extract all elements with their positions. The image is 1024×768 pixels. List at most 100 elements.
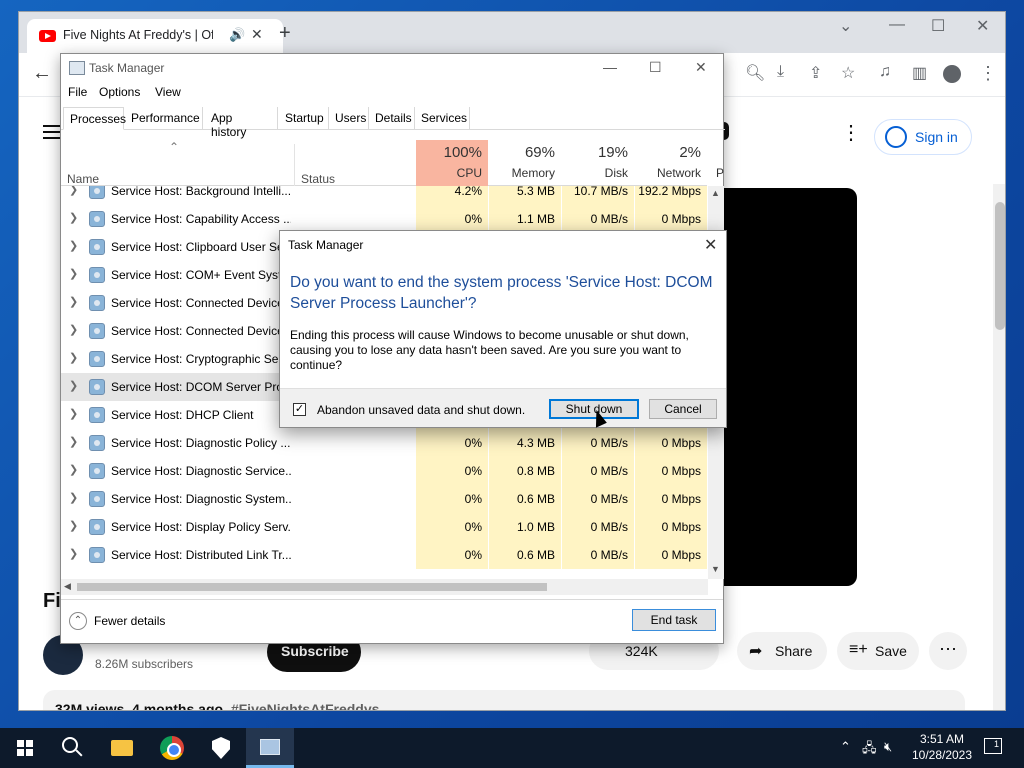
- tab-performance[interactable]: Performance: [125, 107, 203, 130]
- tm-maximize-icon[interactable]: ☐: [649, 59, 662, 76]
- fewer-details-link[interactable]: Fewer details: [94, 614, 165, 628]
- column-name[interactable]: Name: [67, 172, 99, 186]
- process-row[interactable]: ❯ Service Host: Diagnostic Policy ... 0% 4.…: [61, 429, 709, 457]
- tab-app-history[interactable]: App history: [205, 107, 278, 139]
- media-control-icon[interactable]: ♫: [879, 63, 891, 81]
- bookmark-star-icon[interactable]: ☆: [841, 63, 855, 83]
- tm-minimize-icon[interactable]: —: [603, 59, 617, 75]
- disk-total: 19%: [597, 144, 628, 161]
- abandon-data-label[interactable]: Abandon unsaved data and shut down.: [317, 403, 525, 417]
- menu-options[interactable]: Options: [99, 85, 140, 99]
- taskbar-clock[interactable]: 3:51 AM 10/28/2023: [902, 731, 982, 763]
- expand-chevron-icon[interactable]: ❯: [69, 547, 78, 560]
- expand-chevron-icon[interactable]: ❯: [69, 519, 78, 532]
- hashtag-link[interactable]: #FiveNightsAtFreddys: [231, 701, 380, 710]
- menu-file[interactable]: File: [68, 85, 87, 99]
- minimize-icon[interactable]: —: [889, 16, 905, 34]
- process-row[interactable]: ❯ Service Host: Distributed Link Tr... 0% 0…: [61, 541, 709, 569]
- tab-title: Five Nights At Freddy's | Offi: [63, 28, 213, 42]
- tm-close-icon[interactable]: ✕: [695, 59, 707, 76]
- save-button[interactable]: ≡+ Save: [837, 632, 919, 670]
- service-gear-icon: [89, 323, 105, 339]
- back-icon[interactable]: ←: [32, 62, 52, 85]
- expand-chevron-icon[interactable]: ❯: [69, 239, 78, 252]
- column-network[interactable]: Network: [635, 166, 701, 180]
- chevron-up-circle-icon[interactable]: ⌃: [69, 612, 87, 630]
- scroll-left-icon[interactable]: ◀: [64, 581, 71, 592]
- task-manager-title: Task Manager: [89, 61, 165, 75]
- search-icon[interactable]: 🔍︎: [745, 63, 765, 83]
- abandon-data-checkbox[interactable]: ✓: [293, 403, 306, 416]
- tab-close-icon[interactable]: ✕: [251, 26, 263, 43]
- install-icon[interactable]: ⤓: [777, 63, 784, 81]
- scroll-up-icon[interactable]: ▲: [711, 188, 720, 198]
- tab-processes[interactable]: Processes: [63, 107, 126, 130]
- expand-chevron-icon[interactable]: ❯: [69, 267, 78, 280]
- share-icon[interactable]: ⇪: [809, 63, 822, 83]
- account-icon: [885, 126, 907, 148]
- process-name: Service Host: Background Intelli...: [111, 186, 291, 198]
- taskbar-search-icon[interactable]: [62, 737, 78, 753]
- expand-chevron-icon[interactable]: ❯: [69, 463, 78, 476]
- expand-chevron-icon[interactable]: ❯: [69, 379, 78, 392]
- menu-icon[interactable]: [43, 125, 61, 139]
- expand-chevron-icon[interactable]: ❯: [69, 186, 78, 196]
- volume-muted-icon[interactable]: 🔇︎: [884, 739, 892, 755]
- file-explorer-icon[interactable]: [111, 740, 133, 756]
- tab-audio-icon[interactable]: 🔊: [229, 27, 245, 43]
- windows-start-icon[interactable]: [17, 740, 33, 756]
- tab-services[interactable]: Services: [415, 107, 470, 130]
- close-window-icon[interactable]: ✕: [976, 16, 989, 36]
- chrome-icon[interactable]: [160, 736, 184, 760]
- expand-chevron-icon[interactable]: ❯: [69, 323, 78, 336]
- process-row[interactable]: ❯ Service Host: Diagnostic System... 0% 0.6…: [61, 485, 709, 513]
- column-memory[interactable]: Memory: [489, 166, 555, 180]
- browser-tab-active[interactable]: Five Nights At Freddy's | Offi 🔊 ✕: [27, 19, 283, 53]
- security-shield-icon[interactable]: [212, 737, 230, 759]
- expand-chevron-icon[interactable]: ❯: [69, 491, 78, 504]
- cancel-button[interactable]: Cancel: [649, 399, 717, 419]
- service-gear-icon: [89, 239, 105, 255]
- process-row[interactable]: ❯ Service Host: Capability Access ... 0% 1.…: [61, 205, 709, 233]
- process-memory: 0.6 MB: [489, 541, 561, 569]
- dialog-title: Task Manager: [288, 238, 364, 252]
- menu-view[interactable]: View: [155, 85, 181, 99]
- end-task-button[interactable]: End task: [632, 609, 716, 631]
- column-status[interactable]: Status: [301, 172, 335, 186]
- more-actions-button[interactable]: ⋯: [929, 632, 967, 670]
- expand-chevron-icon[interactable]: ❯: [69, 435, 78, 448]
- tab-details[interactable]: Details: [369, 107, 415, 130]
- network-total: 2%: [679, 144, 701, 161]
- process-row[interactable]: ❯ Service Host: Background Intelli... 4.2%…: [61, 186, 709, 205]
- expand-chevron-icon[interactable]: ❯: [69, 407, 78, 420]
- profile-avatar-icon[interactable]: [943, 65, 961, 83]
- notifications-icon[interactable]: 1: [984, 738, 1002, 754]
- tab-startup[interactable]: Startup: [279, 107, 329, 130]
- tray-chevron-up-icon[interactable]: ⌃: [840, 739, 851, 755]
- tab-users[interactable]: Users: [329, 107, 369, 130]
- side-panel-icon[interactable]: ▥: [912, 63, 927, 83]
- network-icon[interactable]: 🖧: [862, 739, 877, 761]
- sign-in-button[interactable]: Sign in: [874, 119, 972, 155]
- video-player[interactable]: [709, 188, 857, 586]
- hscroll-thumb[interactable]: [77, 583, 547, 591]
- expand-chevron-icon[interactable]: ❯: [69, 211, 78, 224]
- page-scroll-thumb[interactable]: [995, 202, 1005, 330]
- column-power[interactable]: P: [716, 166, 726, 180]
- expand-chevron-icon[interactable]: ❯: [69, 295, 78, 308]
- share-button[interactable]: ➦ Share: [737, 632, 827, 670]
- process-disk: 0 MB/s: [562, 513, 634, 541]
- process-cpu: 4.2%: [416, 186, 488, 205]
- expand-chevron-icon[interactable]: ❯: [69, 351, 78, 364]
- tab-search-icon[interactable]: ⌄: [839, 16, 852, 36]
- scroll-down-icon[interactable]: ▼: [711, 564, 720, 574]
- new-tab-button[interactable]: +: [279, 22, 291, 45]
- column-disk[interactable]: Disk: [562, 166, 628, 180]
- dialog-close-icon[interactable]: ✕: [704, 235, 717, 255]
- maximize-icon[interactable]: ☐: [931, 16, 945, 36]
- process-row[interactable]: ❯ Service Host: Display Policy Serv... 0% 1…: [61, 513, 709, 541]
- process-row[interactable]: ❯ Service Host: Diagnostic Service... 0% 0.…: [61, 457, 709, 485]
- process-name: Service Host: DCOM Server Proc: [111, 380, 290, 394]
- chrome-menu-icon[interactable]: ⋮: [979, 63, 997, 84]
- settings-kebab-icon[interactable]: ⋮: [841, 120, 861, 145]
